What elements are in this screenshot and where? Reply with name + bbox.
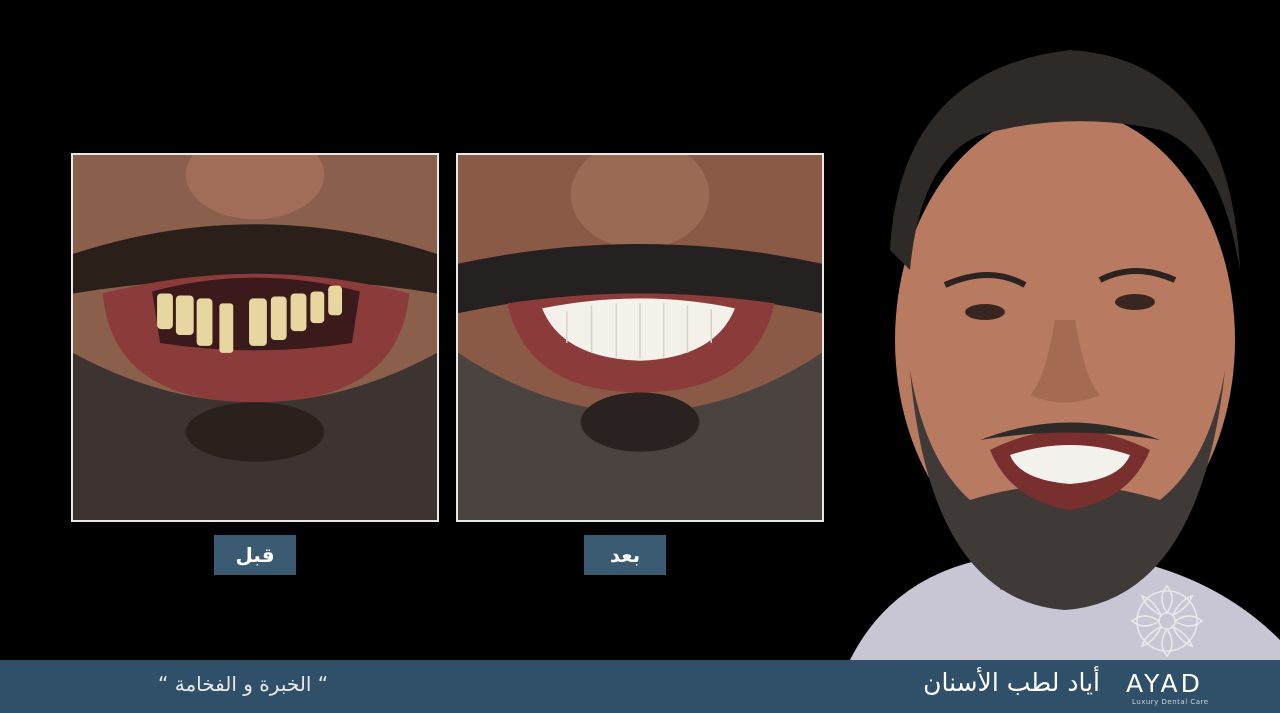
portrait-photo [830,40,1280,660]
clinic-name-arabic: أياد لطب الأسنان [923,668,1100,697]
logo-subtitle: Luxury Dental Care [1132,698,1209,706]
before-photo [71,153,439,522]
after-photo [456,153,824,522]
caption-before: قبل [214,535,296,575]
slogan-text: “ الخبرة و الفخامة “ [158,672,329,696]
caption-after: بعد [584,535,666,575]
logo-text: AYAD [1126,669,1203,698]
floral-logo-icon [1124,578,1210,664]
